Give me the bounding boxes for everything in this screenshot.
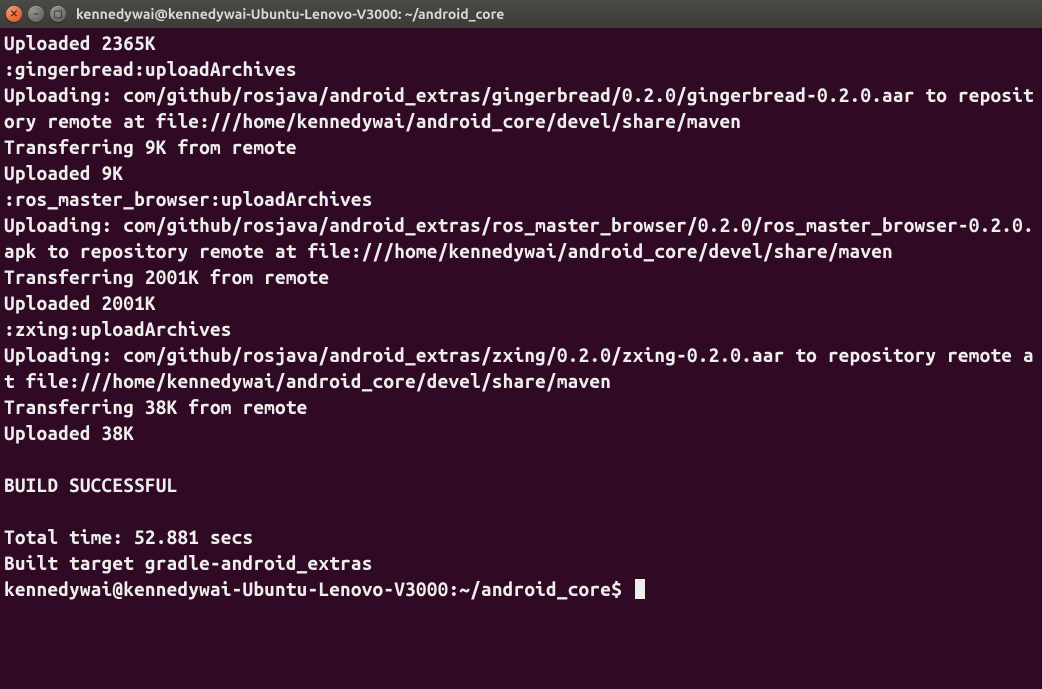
terminal-output: Uploaded 2365K :gingerbread:uploadArchiv…: [4, 32, 1034, 574]
titlebar[interactable]: ✕ – ▢ kennedywai@kennedywai-Ubuntu-Lenov…: [0, 0, 1042, 28]
terminal-window: ✕ – ▢ kennedywai@kennedywai-Ubuntu-Lenov…: [0, 0, 1042, 689]
prompt: kennedywai@kennedywai-Ubuntu-Lenovo-V300…: [4, 578, 645, 600]
window-controls: ✕ – ▢: [6, 6, 66, 22]
window-title: kennedywai@kennedywai-Ubuntu-Lenovo-V300…: [76, 6, 504, 22]
prompt-path: ~/android_core: [459, 578, 611, 600]
prompt-separator: :: [448, 578, 459, 600]
close-icon[interactable]: ✕: [6, 6, 22, 22]
terminal-body[interactable]: Uploaded 2365K :gingerbread:uploadArchiv…: [0, 28, 1042, 689]
prompt-user-host: kennedywai@kennedywai-Ubuntu-Lenovo-V300…: [4, 578, 448, 600]
minimize-icon[interactable]: –: [28, 6, 44, 22]
prompt-symbol: $: [611, 578, 622, 600]
cursor-icon: [635, 579, 645, 599]
maximize-icon[interactable]: ▢: [50, 6, 66, 22]
